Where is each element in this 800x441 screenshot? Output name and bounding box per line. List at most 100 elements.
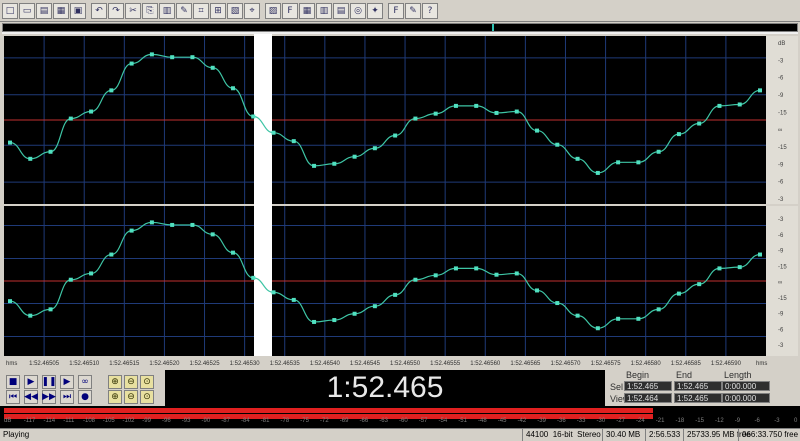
db-label: -15 — [778, 296, 787, 302]
time-label: 1:52.46555 — [430, 361, 461, 367]
meter-scale-label: dB — [4, 418, 12, 424]
rewind-button[interactable]: ◀◀ — [24, 390, 38, 404]
begin-header: Begin — [626, 370, 650, 380]
sample-point — [149, 220, 154, 225]
pause-button[interactable]: ❚❚ — [41, 375, 57, 389]
db-label: dB — [778, 41, 785, 47]
sample-point — [616, 316, 621, 321]
zoom-sel-button[interactable]: ⊙ — [140, 390, 154, 404]
status-format-rate: 44100 — [526, 430, 549, 439]
waveform-view-icon[interactable]: ▨ — [265, 2, 281, 19]
time-unit-right: hms — [756, 361, 767, 367]
sample-point — [494, 110, 499, 115]
new-file-icon[interactable]: □ — [2, 2, 18, 19]
waveform-overview[interactable] — [2, 23, 798, 32]
save-icon[interactable]: ▤ — [36, 2, 52, 19]
go-end-button[interactable]: ⏭ — [60, 390, 74, 404]
crop-icon[interactable]: ⌖ — [244, 2, 260, 19]
meter-scale-label: -15 — [695, 418, 704, 424]
trim-icon[interactable]: ⌗ — [193, 2, 209, 19]
sample-point — [129, 228, 134, 233]
meter-scale: dB -117 -114 -111 -108 -105 -102 -99 -96 -93 -90 -8… — [0, 418, 800, 428]
sel-end-field[interactable]: 1:52.465 — [674, 381, 722, 391]
help-icon[interactable]: ? — [422, 2, 438, 19]
sample-point — [636, 160, 641, 165]
sample-point — [595, 326, 600, 331]
grid-icon[interactable]: ▦ — [299, 2, 315, 19]
sample-point — [8, 299, 12, 304]
mix-paste-icon[interactable]: ⊞ — [210, 2, 226, 19]
db-label: -3 — [778, 343, 784, 349]
sample-point — [210, 65, 215, 70]
sample-point — [48, 149, 53, 154]
sample-point — [291, 139, 296, 144]
meter-scale-label: -105 — [102, 418, 115, 424]
sample-point — [352, 154, 357, 159]
sample-point — [494, 272, 499, 277]
cut-icon[interactable]: ✂ — [125, 2, 141, 19]
meter-scale-label: -111 — [63, 418, 75, 424]
undo-icon[interactable]: ↶ — [91, 2, 107, 19]
script-icon[interactable]: F — [388, 2, 404, 19]
redo-icon[interactable]: ↷ — [108, 2, 124, 19]
sample-point — [697, 121, 702, 126]
cd-icon[interactable]: ◎ — [350, 2, 366, 19]
go-start-button[interactable]: ⏮ — [6, 390, 20, 404]
forward-button[interactable]: ▶▶ — [42, 390, 56, 404]
status-duration: 2:56.533 — [645, 429, 680, 441]
time-display: 1:52.465 — [165, 370, 605, 406]
zoom-full-button[interactable]: ⊙ — [140, 375, 154, 389]
status-state: Playing — [3, 430, 30, 439]
time-label: 1:52.46550 — [390, 361, 421, 367]
play-cursor-selection — [254, 34, 272, 360]
frequency-icon[interactable]: F — [282, 2, 298, 19]
playlist-icon[interactable]: ▤ — [333, 2, 349, 19]
pencil-icon[interactable]: ✎ — [176, 2, 192, 19]
sample-point — [656, 307, 661, 312]
meter-scale-label: -114 — [43, 418, 56, 424]
sample-point — [758, 88, 762, 93]
paste-icon[interactable]: ▥ — [159, 2, 175, 19]
db-label: -6 — [778, 233, 784, 239]
effects-icon[interactable]: ✎ — [405, 2, 421, 19]
sample-point — [676, 132, 681, 137]
waveform-display[interactable]: dB -3 -6 -9 -15 ∞ -15 -9 -6 -3 -3 -6 -9 -15 ∞ -15 -9 -6 -3… — [0, 34, 800, 368]
sample-point — [48, 307, 53, 312]
mixer-icon[interactable]: ▥ — [316, 2, 332, 19]
time-unit-left: hms — [6, 361, 17, 367]
meter-scale-label: -42 — [517, 418, 527, 424]
db-label: -3 — [778, 217, 784, 223]
play-to-end-button[interactable]: ▶ — [60, 375, 74, 389]
loop-button[interactable]: ∞ — [78, 375, 92, 389]
zoom-in-v-button[interactable]: ⊕ — [108, 390, 122, 404]
view-end-field[interactable]: 1:52.465 — [674, 393, 722, 403]
sel-begin-field[interactable]: 1:52.465 — [624, 381, 672, 391]
stop-button[interactable]: ■ — [6, 375, 20, 389]
meter-scale-label: -48 — [478, 418, 487, 424]
print-icon[interactable]: ▣ — [70, 2, 86, 19]
view-length-field[interactable]: 0:00.000 — [722, 393, 770, 403]
sample-point — [413, 116, 418, 121]
wizard-icon[interactable]: ✦ — [367, 2, 383, 19]
view-begin-field[interactable]: 1:52.464 — [624, 393, 672, 403]
meter-scale-label: -54 — [438, 418, 448, 424]
status-format: 44100 16-bit Stereo — [522, 429, 601, 441]
sample-point — [352, 311, 357, 316]
sel-length-field[interactable]: 0:00.000 — [722, 381, 770, 391]
copy-icon[interactable]: ⎘ — [142, 2, 158, 19]
db-label: -15 — [778, 145, 787, 151]
zoom-out-v-button[interactable]: ⊖ — [124, 390, 138, 404]
meter-scale-label: -3 — [774, 418, 780, 424]
record-button[interactable]: ● — [78, 390, 92, 404]
save-as-icon[interactable]: ▦ — [53, 2, 69, 19]
zoom-out-h-button[interactable]: ⊖ — [124, 375, 138, 389]
meter-scale-label: -24 — [636, 418, 645, 424]
play-button[interactable]: ▶ — [24, 375, 38, 389]
paste-new-icon[interactable]: ▧ — [227, 2, 243, 19]
end-header: End — [676, 370, 693, 380]
rewind-icon: ◀◀ — [24, 392, 38, 402]
open-icon[interactable]: ▭ — [19, 2, 35, 19]
sample-point — [737, 265, 742, 270]
zoom-in-h-button[interactable]: ⊕ — [108, 375, 122, 389]
time-label: 1:52.46560 — [470, 361, 501, 367]
